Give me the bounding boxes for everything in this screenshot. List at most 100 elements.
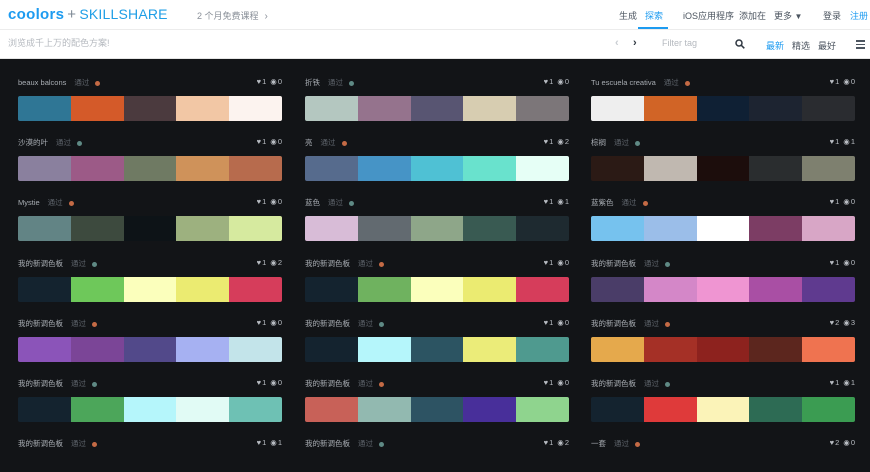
color-swatch[interactable] xyxy=(516,156,569,181)
color-swatch[interactable] xyxy=(463,397,517,422)
color-swatch[interactable] xyxy=(463,337,517,362)
palette-swatches[interactable] xyxy=(591,277,855,302)
like-icon[interactable]: ♥ xyxy=(257,258,261,267)
like-icon[interactable]: ♥ xyxy=(257,438,261,447)
like-icon[interactable]: ♥ xyxy=(830,318,834,327)
palette-title[interactable]: 我的新调色板 通过 xyxy=(305,438,384,449)
nav-more[interactable]: 更多 ▼ xyxy=(774,9,802,22)
color-swatch[interactable] xyxy=(643,96,697,121)
color-swatch[interactable] xyxy=(591,156,644,181)
palette-card[interactable]: beaux balcons 通过 ♥1 ◉0 xyxy=(18,59,282,121)
nav-explore[interactable]: 探索 xyxy=(645,9,663,22)
color-swatch[interactable] xyxy=(591,337,644,362)
color-swatch[interactable] xyxy=(516,96,569,121)
author-avatar[interactable] xyxy=(341,140,347,146)
palette-title[interactable]: 我的新调色板 通过 xyxy=(591,318,670,329)
palette-swatches[interactable] xyxy=(305,337,569,362)
author-avatar[interactable] xyxy=(92,261,97,267)
palette-title[interactable]: 我的新调色板 通过 xyxy=(305,258,384,269)
color-swatch[interactable] xyxy=(229,337,282,362)
author-avatar[interactable] xyxy=(77,140,82,146)
author-avatar[interactable] xyxy=(642,200,648,206)
author-avatar[interactable] xyxy=(379,381,384,387)
palette-title[interactable]: 我的新调色板 通过 xyxy=(18,378,97,389)
palette-swatches[interactable] xyxy=(18,216,282,241)
like-icon[interactable]: ♥ xyxy=(257,77,261,86)
color-swatch[interactable] xyxy=(176,216,230,241)
next-page-icon[interactable]: › xyxy=(633,37,637,49)
nav-add-ons[interactable]: 添加在 xyxy=(739,9,766,22)
palette-title[interactable]: 一套 通过 xyxy=(591,438,640,449)
palette-title[interactable]: 蓝色 通过 xyxy=(305,197,354,208)
author-avatar[interactable] xyxy=(349,200,354,206)
color-swatch[interactable] xyxy=(410,277,464,302)
like-icon[interactable]: ♥ xyxy=(257,318,261,327)
color-swatch[interactable] xyxy=(176,96,230,121)
author-avatar[interactable] xyxy=(95,80,101,86)
palette-title[interactable]: 我的新调色板 通过 xyxy=(18,318,97,329)
color-swatch[interactable] xyxy=(123,216,177,241)
color-swatch[interactable] xyxy=(749,216,803,241)
palette-card[interactable]: 我的新调色板 通过 ♥1 ◉1 xyxy=(18,420,282,472)
sort-best[interactable]: 最好 xyxy=(818,39,836,52)
color-swatch[interactable] xyxy=(305,397,358,422)
color-swatch[interactable] xyxy=(591,96,644,121)
color-swatch[interactable] xyxy=(749,277,803,302)
nav-generate[interactable]: 生成 xyxy=(619,9,637,22)
color-swatch[interactable] xyxy=(123,397,177,422)
author-avatar[interactable] xyxy=(92,441,97,447)
color-swatch[interactable] xyxy=(410,216,464,241)
palette-title[interactable]: 棕榈 通过 xyxy=(591,137,640,148)
color-swatch[interactable] xyxy=(123,96,177,121)
palette-card[interactable]: 沙漠的叶 通过 ♥1 ◉0 xyxy=(18,119,282,181)
color-swatch[interactable] xyxy=(591,397,644,422)
palette-swatches[interactable] xyxy=(591,96,855,121)
color-swatch[interactable] xyxy=(802,156,855,181)
palette-swatches[interactable] xyxy=(18,96,282,121)
color-swatch[interactable] xyxy=(696,156,750,181)
color-swatch[interactable] xyxy=(229,397,282,422)
color-swatch[interactable] xyxy=(18,96,71,121)
palette-swatches[interactable] xyxy=(18,156,282,181)
color-swatch[interactable] xyxy=(176,337,230,362)
palette-title[interactable]: 折铁 通过 xyxy=(305,77,354,88)
color-swatch[interactable] xyxy=(305,156,358,181)
palette-title[interactable]: 蓝紫色 通过 xyxy=(591,197,648,208)
like-icon[interactable]: ♥ xyxy=(257,197,261,206)
author-avatar[interactable] xyxy=(379,261,384,267)
like-icon[interactable]: ♥ xyxy=(544,318,548,327)
color-swatch[interactable] xyxy=(591,216,644,241)
color-swatch[interactable] xyxy=(70,337,124,362)
color-swatch[interactable] xyxy=(463,277,517,302)
nav-ios-app[interactable]: iOS应用程序 xyxy=(683,9,734,22)
like-icon[interactable]: ♥ xyxy=(830,378,834,387)
color-swatch[interactable] xyxy=(18,277,71,302)
palette-card[interactable]: 我的新调色板 通过 ♥1 ◉0 xyxy=(18,300,282,362)
palette-swatches[interactable] xyxy=(305,216,569,241)
like-icon[interactable]: ♥ xyxy=(544,77,548,86)
palette-title[interactable]: 我的新调色板 通过 xyxy=(591,258,670,269)
palette-card[interactable]: 一套 通过 ♥2 ◉0 xyxy=(591,420,855,472)
color-swatch[interactable] xyxy=(749,397,803,422)
palette-swatches[interactable] xyxy=(591,337,855,362)
author-avatar[interactable] xyxy=(379,321,384,327)
palette-swatches[interactable] xyxy=(591,156,855,181)
color-swatch[interactable] xyxy=(176,397,230,422)
color-swatch[interactable] xyxy=(18,216,71,241)
color-swatch[interactable] xyxy=(410,96,464,121)
color-swatch[interactable] xyxy=(696,96,750,121)
color-swatch[interactable] xyxy=(463,96,517,121)
nav-signup[interactable]: 注册 xyxy=(850,9,868,22)
hamburger-menu-icon[interactable] xyxy=(856,40,865,49)
color-swatch[interactable] xyxy=(176,156,230,181)
palette-title[interactable]: 亮通过 xyxy=(305,137,347,148)
palette-swatches[interactable] xyxy=(305,156,569,181)
palette-card[interactable]: 蓝色 通过 ♥1 ◉1 xyxy=(305,179,569,241)
author-avatar[interactable] xyxy=(665,381,670,387)
palette-swatches[interactable] xyxy=(305,277,569,302)
palette-swatches[interactable] xyxy=(18,337,282,362)
promo-link[interactable]: 2 个月免费课程 › xyxy=(197,9,268,22)
color-swatch[interactable] xyxy=(70,156,124,181)
color-swatch[interactable] xyxy=(410,156,464,181)
prev-page-icon[interactable]: ‹ xyxy=(615,37,619,49)
